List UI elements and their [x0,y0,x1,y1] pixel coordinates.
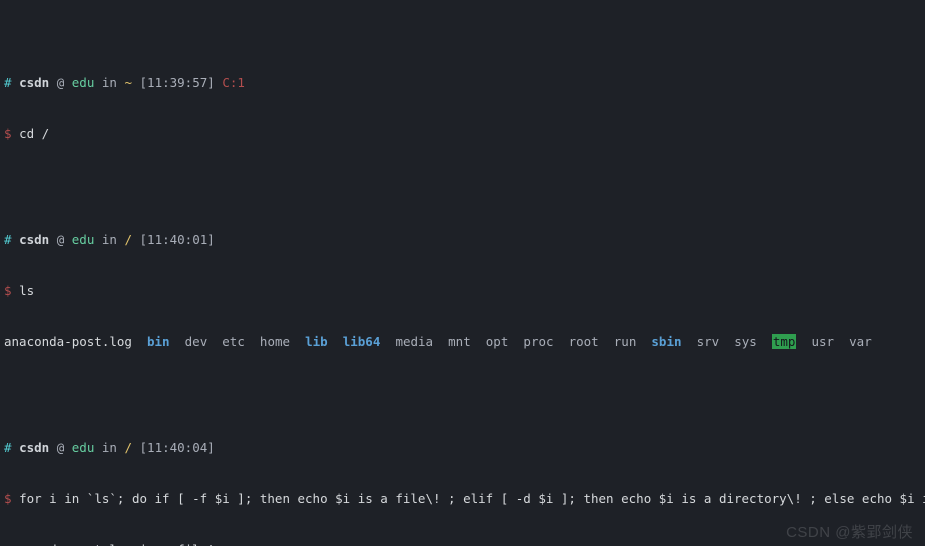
prompt-time: [11:40:04] [140,440,215,455]
prompt-host: edu [72,75,95,90]
prompt-user: csdn [19,232,49,247]
ls-entry: sys [734,334,757,349]
ls-entry: etc [222,334,245,349]
ls-entry: var [849,334,872,349]
ls-entry: proc [523,334,553,349]
ls-entry: root [569,334,599,349]
terminal[interactable]: # csdn @ edu in ~ [11:39:57] C:1 $ cd / … [0,0,925,546]
ls-entry: dev [185,334,208,349]
command-text: ls [19,283,34,298]
prompt-dollar: $ [4,491,12,506]
prompt-path: / [124,440,132,455]
prompt-time: [11:40:01] [140,232,215,247]
prompt-dollar: $ [4,126,12,141]
prompt-in: in [102,440,117,455]
ls-entry: sbin [651,334,681,349]
command-text: cd / [19,126,49,141]
prompt-path: ~ [124,75,132,90]
prompt-path: / [124,232,132,247]
ls-entry: anaconda-post.log [4,334,132,349]
prompt-dollar: $ [4,283,12,298]
prompt-host: edu [72,232,95,247]
ls-entry: run [614,334,637,349]
loop-output: anaconda-post.log is a file!bin is a dir… [4,541,921,546]
ls-entry: lib [305,334,328,349]
ls-entry: opt [486,334,509,349]
prompt-user: csdn [19,75,49,90]
command-line[interactable]: $ for i in `ls`; do if [ -f $i ]; then e… [4,490,921,507]
command-line[interactable]: $ cd / [4,125,921,142]
ls-entry: srv [697,334,720,349]
prompt-user: csdn [19,440,49,455]
ls-entry: tmp [772,334,797,349]
prompt-hash: # [4,440,12,455]
command-line[interactable]: $ ls [4,282,921,299]
prompt-at: @ [57,232,65,247]
prompt-at: @ [57,440,65,455]
ls-entry: bin [147,334,170,349]
ls-entry: media [395,334,433,349]
ls-entry: usr [812,334,835,349]
ls-entry: lib64 [343,334,381,349]
prompt-in: in [102,232,117,247]
output-line: anaconda-post.log is a file! [4,541,921,546]
ls-output-line: anaconda-post.log bin dev etc home lib l… [4,333,921,350]
command-text: for i in `ls`; do if [ -f $i ]; then ech… [19,491,925,506]
prompt-hash: # [4,232,12,247]
prompt-code: C:1 [222,75,245,90]
prompt-line: # csdn @ edu in / [11:40:04] [4,439,921,456]
prompt-at: @ [57,75,65,90]
prompt-line: # csdn @ edu in / [11:40:01] [4,231,921,248]
prompt-host: edu [72,440,95,455]
prompt-hash: # [4,75,12,90]
ls-entry: home [260,334,290,349]
prompt-line: # csdn @ edu in ~ [11:39:57] C:1 [4,74,921,91]
ls-entry: mnt [448,334,471,349]
prompt-time: [11:39:57] [140,75,215,90]
prompt-in: in [102,75,117,90]
